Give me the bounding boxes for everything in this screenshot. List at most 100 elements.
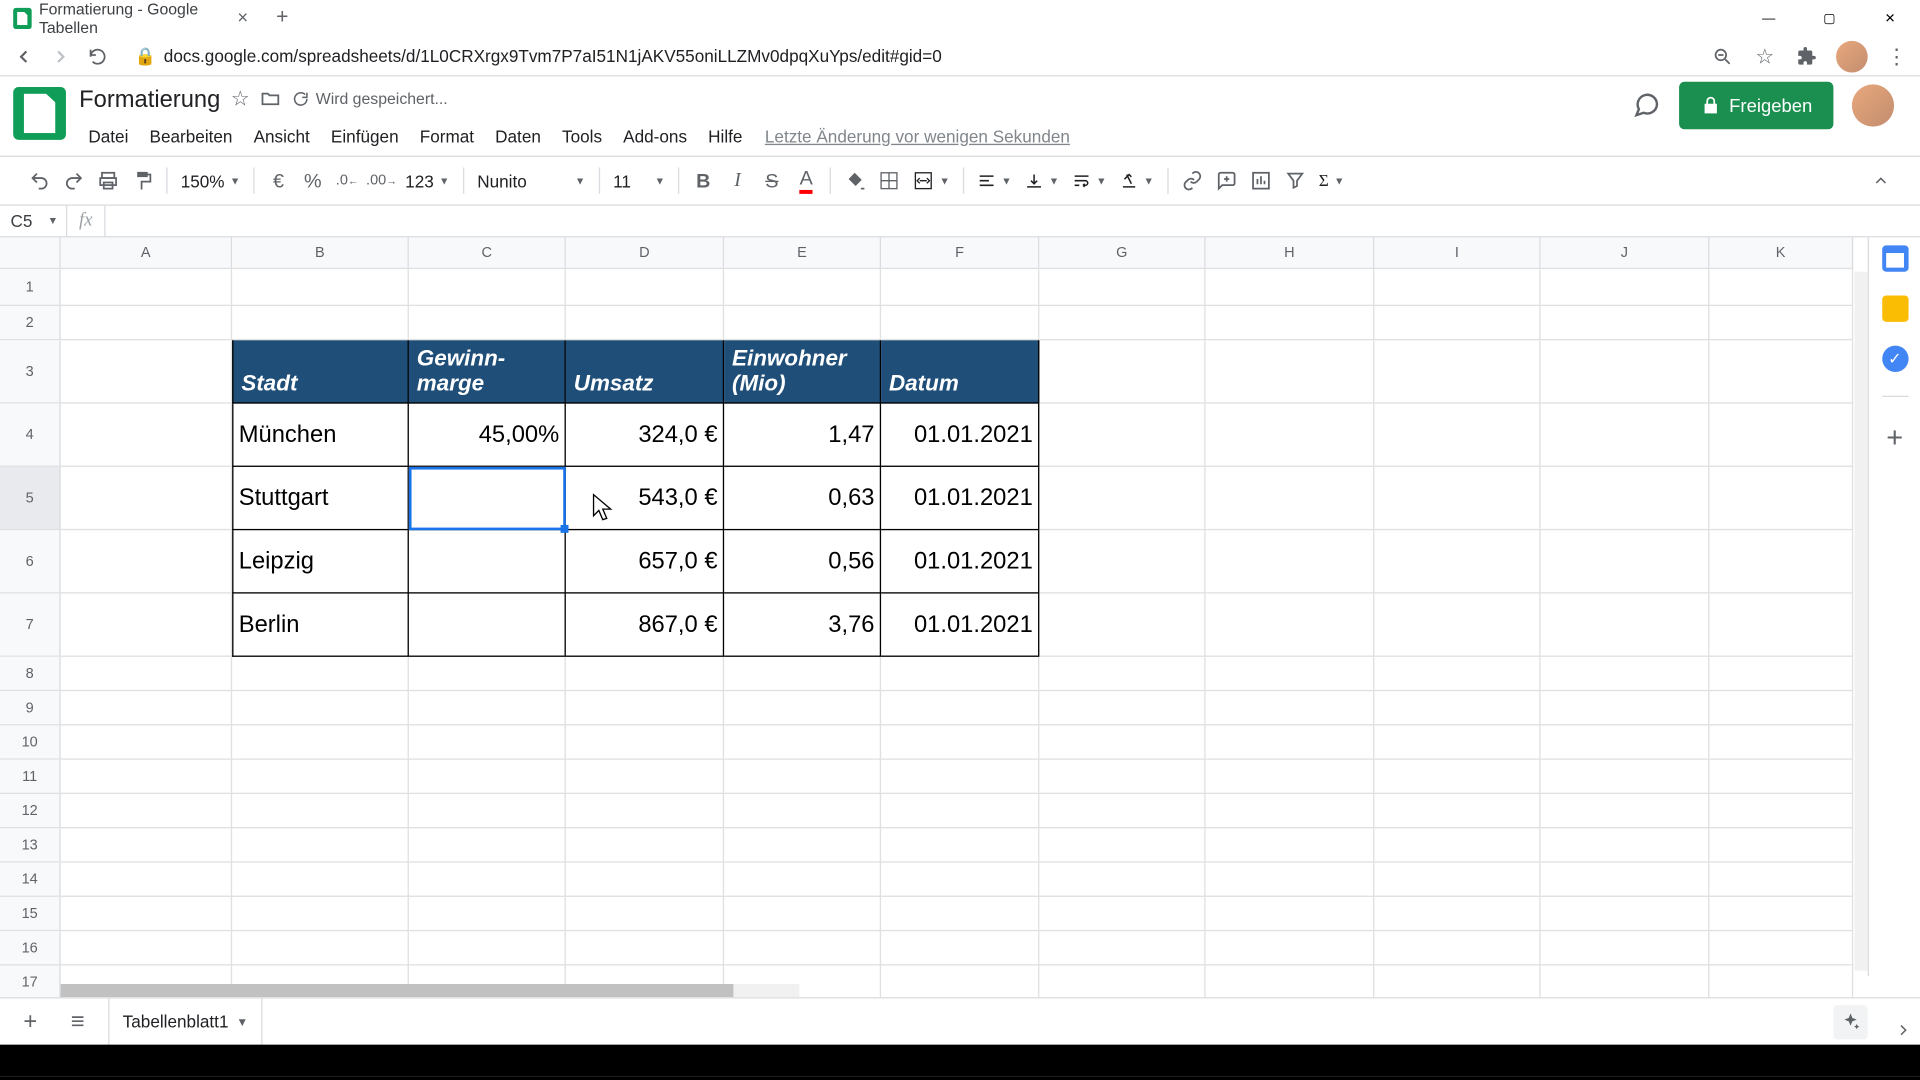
cell[interactable] [61,594,232,657]
cell[interactable] [1206,530,1375,593]
cell[interactable] [1039,897,1205,931]
cell[interactable] [1709,897,1853,931]
selected-cell[interactable] [409,467,566,530]
cell[interactable] [1374,863,1540,897]
cell[interactable] [1541,828,1710,862]
cell[interactable] [1709,725,1853,759]
cell[interactable]: 3,76 [724,594,881,657]
cell[interactable] [1709,530,1853,593]
column-header[interactable]: C [409,237,566,269]
close-tab-icon[interactable]: × [235,9,251,27]
move-icon[interactable] [260,88,281,109]
cell[interactable] [409,594,566,657]
cell[interactable] [61,467,232,530]
cell[interactable] [1374,594,1540,657]
account-avatar[interactable] [1852,84,1894,126]
decrease-decimal-button[interactable]: .0← [331,165,363,197]
cell[interactable] [1541,897,1710,931]
row-header[interactable]: 5 [0,467,61,530]
vertical-scrollbar[interactable] [1855,272,1868,971]
cell[interactable] [1541,306,1710,340]
cell[interactable] [881,657,1039,691]
cell[interactable] [409,657,566,691]
cell[interactable] [1709,794,1853,828]
cell[interactable] [1039,828,1205,862]
cell[interactable] [61,306,232,340]
select-all-corner[interactable] [0,237,61,269]
cell[interactable] [1206,594,1375,657]
cell[interactable] [1039,966,1205,1000]
cell[interactable] [1541,931,1710,965]
cell[interactable] [232,828,409,862]
merge-cells-button[interactable]: ▼ [908,170,955,191]
horizontal-scrollbar[interactable] [61,984,800,997]
cell[interactable] [1206,340,1375,403]
italic-button[interactable]: I [722,165,754,197]
cell[interactable] [566,725,724,759]
maximize-button[interactable]: ▢ [1799,0,1860,37]
cell[interactable] [1039,269,1205,306]
cell[interactable] [1709,828,1853,862]
cell[interactable] [1206,269,1375,306]
row-header[interactable]: 16 [0,931,61,965]
cell[interactable] [566,691,724,725]
filter-button[interactable] [1279,165,1311,197]
sheets-logo-icon[interactable] [13,87,66,140]
cell[interactable] [1541,863,1710,897]
tasks-icon[interactable] [1882,346,1908,372]
cell[interactable] [1206,794,1375,828]
cell[interactable] [1206,966,1375,1000]
currency-button[interactable]: € [263,165,295,197]
cell[interactable] [409,828,566,862]
cell[interactable] [1039,863,1205,897]
cell[interactable] [409,530,566,593]
insert-link-button[interactable] [1176,165,1208,197]
cell[interactable] [1374,760,1540,794]
cell[interactable] [1039,530,1205,593]
cell[interactable] [1039,340,1205,403]
cell[interactable]: Berlin [232,594,409,657]
undo-button[interactable] [24,165,56,197]
cell[interactable]: 01.01.2021 [881,467,1039,530]
cell[interactable]: Leipzig [232,530,409,593]
cell[interactable] [1039,657,1205,691]
menu-insert[interactable]: Einfügen [322,123,408,148]
cell[interactable] [1206,828,1375,862]
percent-button[interactable]: % [297,165,329,197]
cell[interactable] [61,760,232,794]
menu-data[interactable]: Daten [486,123,550,148]
close-window-button[interactable]: ✕ [1860,0,1920,37]
comments-icon[interactable] [1632,91,1661,120]
column-header[interactable]: J [1541,237,1710,269]
cell[interactable] [61,725,232,759]
cell[interactable] [881,760,1039,794]
cell[interactable] [409,863,566,897]
zoom-select[interactable]: 150%▼ [175,171,245,191]
cell[interactable] [1541,657,1710,691]
back-button[interactable] [11,43,37,69]
cell[interactable] [1206,931,1375,965]
cell[interactable] [881,269,1039,306]
v-align-button[interactable]: ▼ [1020,171,1065,189]
cell[interactable]: 01.01.2021 [881,404,1039,467]
font-select[interactable]: Nunito▼ [472,171,591,191]
sheet-tab[interactable]: Tabellenblatt1 ▼ [108,998,263,1044]
cell[interactable] [61,269,232,306]
url-field[interactable]: 🔒 docs.google.com/spreadsheets/d/1L0CRXr… [121,40,1699,72]
cell[interactable]: 324,0 € [566,404,724,467]
column-header[interactable]: D [566,237,724,269]
cell[interactable] [232,931,409,965]
column-header[interactable]: B [232,237,409,269]
cell[interactable] [1206,760,1375,794]
menu-view[interactable]: Ansicht [244,123,319,148]
functions-button[interactable]: Σ▼ [1313,170,1349,191]
cell[interactable] [232,863,409,897]
cell[interactable] [1541,966,1710,1000]
cell[interactable]: 0,56 [724,530,881,593]
cell[interactable] [1709,657,1853,691]
insert-chart-button[interactable] [1245,165,1277,197]
calendar-icon[interactable] [1882,245,1908,271]
cell[interactable] [724,897,881,931]
cell[interactable] [1039,760,1205,794]
text-rotation-button[interactable]: ▼ [1114,171,1159,189]
